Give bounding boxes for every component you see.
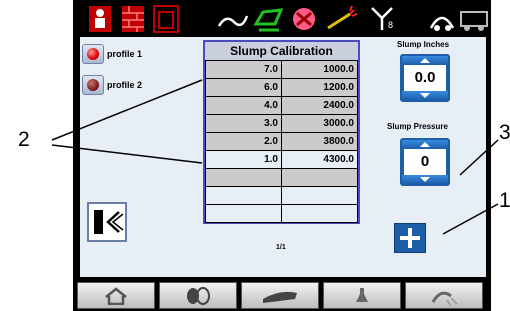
callout-3: 3 — [499, 121, 510, 144]
callout-lines — [51, 79, 499, 235]
callout-2: 2 — [18, 128, 30, 151]
callout-1: 1 — [499, 189, 510, 212]
